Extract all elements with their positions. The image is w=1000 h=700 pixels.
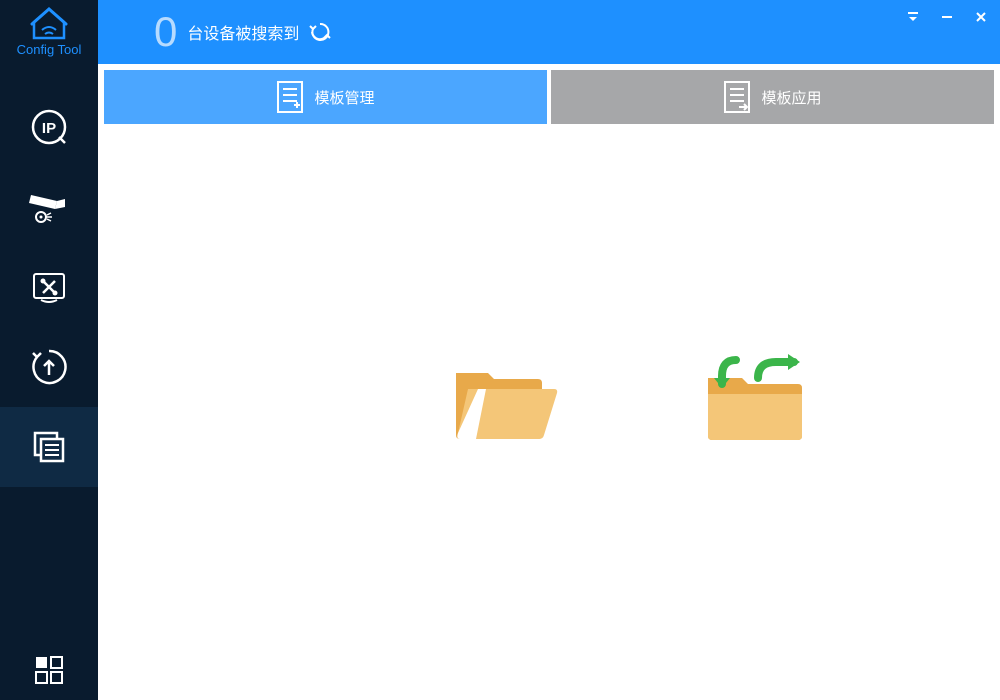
content-area: [98, 124, 1000, 700]
home-icon: [30, 6, 68, 40]
app-logo[interactable]: Config Tool: [17, 6, 82, 57]
camera-icon: [27, 187, 71, 227]
app-name: Config Tool: [17, 42, 82, 57]
tab-label: 模板应用: [761, 87, 821, 108]
sidebar-item-ip[interactable]: IP: [0, 87, 98, 167]
sidebar-item-camera[interactable]: [0, 167, 98, 247]
restore-template-button[interactable]: [698, 354, 818, 455]
sidebar: Config Tool IP: [0, 0, 98, 700]
tools-icon: [29, 267, 69, 307]
ip-icon: IP: [29, 107, 69, 147]
document-add-icon: [276, 80, 304, 114]
close-icon: [975, 11, 987, 23]
status-text: 台设备被搜索到: [187, 20, 299, 44]
sidebar-item-upgrade[interactable]: [0, 327, 98, 407]
templates-icon: [29, 427, 69, 467]
minimize-icon: [941, 11, 953, 23]
topbar: 0 台设备被搜索到: [98, 0, 1000, 64]
minimize-button[interactable]: [938, 8, 956, 26]
window-controls: [904, 8, 990, 26]
tab-bar: 模板管理 模板应用: [98, 64, 1000, 124]
tab-label: 模板管理: [314, 87, 374, 108]
menu-down-icon: [907, 11, 919, 23]
refresh-icon: [309, 21, 331, 43]
sidebar-item-templates[interactable]: [0, 407, 98, 487]
tab-template-apply[interactable]: 模板应用: [551, 70, 994, 124]
sidebar-apps-button[interactable]: [0, 640, 98, 700]
main-area: 0 台设备被搜索到: [98, 0, 1000, 700]
close-button[interactable]: [972, 8, 990, 26]
open-template-button[interactable]: [450, 359, 560, 450]
grid-icon: [34, 655, 64, 685]
document-apply-icon: [723, 80, 751, 114]
sidebar-item-tools[interactable]: [0, 247, 98, 327]
folder-open-icon: [450, 359, 560, 445]
device-count: 0: [154, 8, 177, 56]
tab-template-manage[interactable]: 模板管理: [104, 70, 547, 124]
svg-text:IP: IP: [42, 120, 56, 137]
folder-restore-icon: [698, 354, 818, 450]
refresh-button[interactable]: [309, 21, 331, 43]
upgrade-icon: [29, 347, 69, 387]
menu-button[interactable]: [904, 8, 922, 26]
